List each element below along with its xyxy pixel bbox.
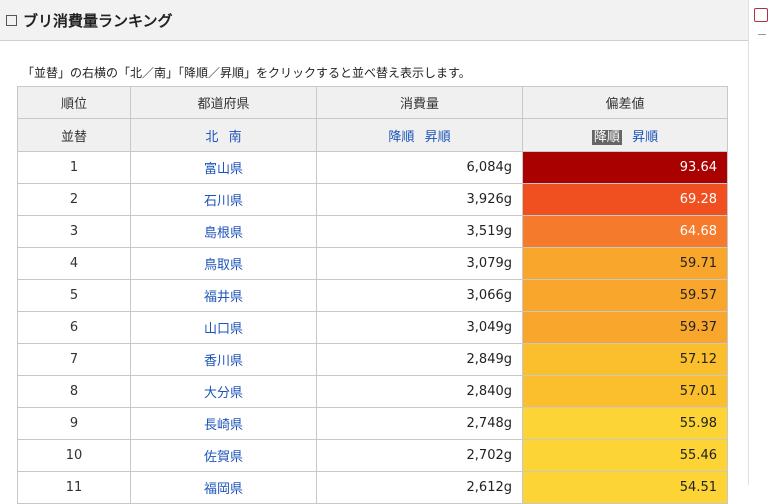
header-consumption: 消費量: [316, 86, 523, 119]
table-row: 6 山口県 3,049g 59.37: [17, 311, 728, 344]
deviation-cell: 55.46: [522, 439, 728, 472]
consumption-cell: 2,702g: [316, 439, 523, 472]
prefecture-cell: 山口県: [130, 311, 317, 344]
header-deviation: 偏差値: [522, 86, 728, 119]
deviation-cell: 59.71: [522, 247, 728, 280]
consumption-cell: 6,084g: [316, 151, 523, 184]
rank-cell: 9: [17, 407, 131, 440]
consumption-cell: 3,519g: [316, 215, 523, 248]
deviation-cell: 93.64: [522, 151, 728, 184]
table-row: 5 福井県 3,066g 59.57: [17, 279, 728, 312]
ranking-table: 順位 都道府県 消費量 偏差値 並替 北 南 降順 昇順 降順 昇順 1 富山県 6…: [17, 86, 728, 504]
sort-deviation-asc-link[interactable]: 昇順: [632, 130, 658, 145]
table-row: 2 石川県 3,926g 69.28: [17, 183, 728, 216]
table-row: 11 福岡県 2,612g 54.51: [17, 471, 728, 504]
consumption-cell: 2,849g: [316, 343, 523, 376]
sort-north-link[interactable]: 北: [205, 130, 218, 145]
deviation-cell: 55.98: [522, 407, 728, 440]
consumption-cell: 2,840g: [316, 375, 523, 408]
table-row: 1 富山県 6,084g 93.64: [17, 151, 728, 184]
section-title: ブリ消費量ランキング: [23, 11, 173, 30]
rank-cell: 10: [17, 439, 131, 472]
consumption-cell: 3,079g: [316, 247, 523, 280]
deviation-cell: 59.57: [522, 279, 728, 312]
consumption-sort-cell: 降順 昇順: [316, 118, 523, 152]
sort-consumption-desc-link[interactable]: 降順: [388, 130, 414, 145]
prefecture-cell: 福井県: [130, 279, 317, 312]
sort-row: 並替 北 南 降順 昇順 降順 昇順: [17, 118, 728, 152]
prefecture-cell: 石川県: [130, 183, 317, 216]
prefecture-link[interactable]: 香川県: [204, 354, 243, 369]
deviation-cell: 57.01: [522, 375, 728, 408]
consumption-cell: 2,748g: [316, 407, 523, 440]
prefecture-link[interactable]: 島根県: [204, 226, 243, 241]
prefecture-link[interactable]: 鳥取県: [204, 258, 243, 273]
rank-cell: 1: [17, 151, 131, 184]
rank-cell: 11: [17, 471, 131, 504]
prefecture-link[interactable]: 石川県: [204, 194, 243, 209]
rank-cell: 7: [17, 343, 131, 376]
table-row: 3 島根県 3,519g 64.68: [17, 215, 728, 248]
prefecture-cell: 長崎県: [130, 407, 317, 440]
rank-cell: 8: [17, 375, 131, 408]
section-header: ブリ消費量ランキング: [0, 0, 748, 41]
table-row: 10 佐賀県 2,702g 55.46: [17, 439, 728, 472]
prefecture-cell: 鳥取県: [130, 247, 317, 280]
consumption-cell: 3,049g: [316, 311, 523, 344]
panel-divider: [748, 0, 749, 485]
table-row: 4 鳥取県 3,079g 59.71: [17, 247, 728, 280]
header-prefecture: 都道府県: [130, 86, 317, 119]
prefecture-cell: 佐賀県: [130, 439, 317, 472]
deviation-cell: 64.68: [522, 215, 728, 248]
page-icon: [754, 8, 768, 22]
sort-deviation-desc-active[interactable]: 降順: [591, 129, 622, 145]
prefecture-cell: 島根県: [130, 215, 317, 248]
consumption-cell: 3,926g: [316, 183, 523, 216]
table-row: 9 長崎県 2,748g 55.98: [17, 407, 728, 440]
prefecture-link[interactable]: 福岡県: [204, 482, 243, 497]
rank-cell: 5: [17, 279, 131, 312]
prefecture-cell: 富山県: [130, 151, 317, 184]
deviation-sort-cell: 降順 昇順: [522, 118, 728, 152]
rank-cell: 6: [17, 311, 131, 344]
rank-cell: 3: [17, 215, 131, 248]
consumption-cell: 3,066g: [316, 279, 523, 312]
table-header-row: 順位 都道府県 消費量 偏差値: [17, 86, 728, 119]
sort-label: 並替: [17, 118, 131, 152]
region-sort-cell: 北 南: [130, 118, 317, 152]
deviation-cell: 57.12: [522, 343, 728, 376]
prefecture-link[interactable]: 福井県: [204, 290, 243, 305]
sort-south-link[interactable]: 南: [229, 130, 242, 145]
table-row: 8 大分県 2,840g 57.01: [17, 375, 728, 408]
consumption-cell: 2,612g: [316, 471, 523, 504]
square-icon: [6, 14, 17, 26]
sort-instructions: 「並替」の右横の「北／南」「降順／昇順」をクリックすると並べ替え表示します。: [22, 66, 471, 80]
divider-mark: [758, 34, 766, 35]
rank-cell: 2: [17, 183, 131, 216]
prefecture-link[interactable]: 山口県: [204, 322, 243, 337]
deviation-cell: 59.37: [522, 311, 728, 344]
rank-cell: 4: [17, 247, 131, 280]
adjacent-panel-edge: [748, 0, 770, 485]
header-rank: 順位: [17, 86, 131, 119]
deviation-cell: 54.51: [522, 471, 728, 504]
prefecture-cell: 大分県: [130, 375, 317, 408]
prefecture-cell: 福岡県: [130, 471, 317, 504]
prefecture-link[interactable]: 長崎県: [204, 418, 243, 433]
prefecture-link[interactable]: 富山県: [204, 162, 243, 177]
deviation-cell: 69.28: [522, 183, 728, 216]
table-row: 7 香川県 2,849g 57.12: [17, 343, 728, 376]
prefecture-link[interactable]: 大分県: [204, 386, 243, 401]
prefecture-link[interactable]: 佐賀県: [204, 450, 243, 465]
sort-consumption-asc-link[interactable]: 昇順: [425, 130, 451, 145]
prefecture-cell: 香川県: [130, 343, 317, 376]
